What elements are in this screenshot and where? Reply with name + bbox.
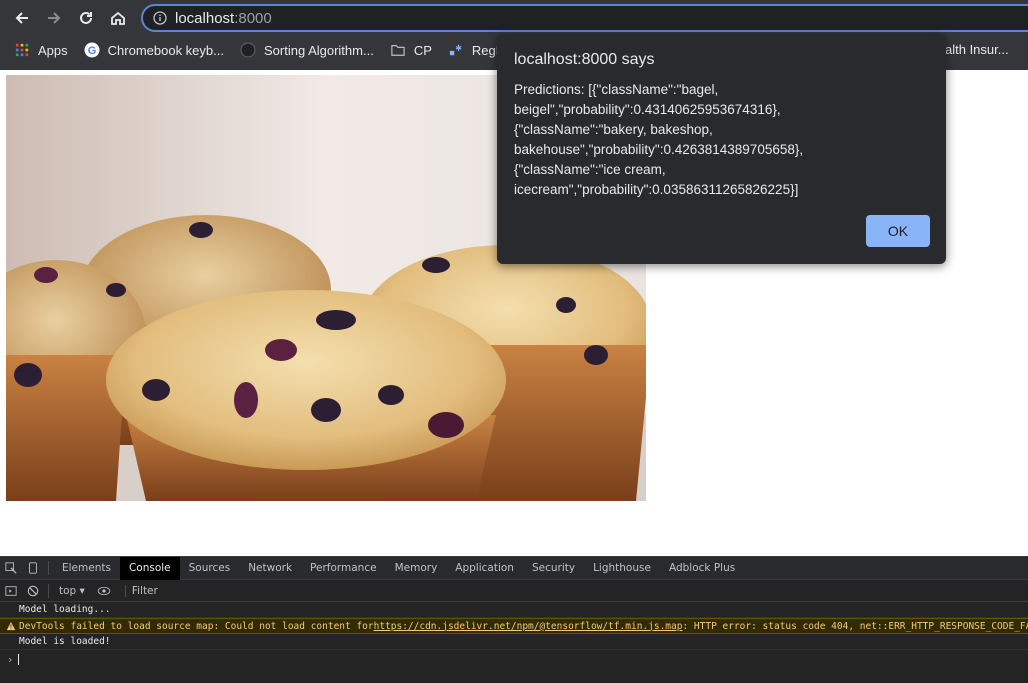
bookmark-regex[interactable]: RegE (448, 42, 504, 58)
bookmark-chromebook[interactable]: G Chromebook keyb... (84, 42, 224, 58)
ok-button[interactable]: OK (866, 215, 930, 247)
divider (48, 561, 49, 575)
tab-application[interactable]: Application (446, 557, 523, 580)
dialog-message: Predictions: [{"className":"bagel, beige… (514, 82, 804, 197)
bookmark-label: Chromebook keyb... (107, 42, 224, 58)
bookmark-cp[interactable]: CP (390, 42, 432, 58)
chevron-right-icon: › (8, 652, 13, 666)
dialog-title: localhost:8000 says (514, 51, 655, 68)
info-icon[interactable] (153, 11, 167, 25)
context-selector[interactable]: top ▾ (59, 585, 85, 597)
arrow-left-icon (15, 12, 28, 24)
tab-adblock-plus[interactable]: Adblock Plus (660, 557, 744, 580)
devtools-tabbar: Elements Console Sources Network Perform… (0, 556, 1028, 580)
reload-icon (80, 11, 92, 24)
device-toolbar-icon[interactable] (22, 557, 44, 580)
tab-network[interactable]: Network (239, 557, 301, 580)
tab-performance[interactable]: Performance (301, 557, 386, 580)
warning-icon (6, 621, 16, 634)
text-caret (18, 653, 20, 665)
reload-button[interactable] (72, 4, 100, 32)
tab-elements[interactable]: Elements (53, 557, 120, 580)
tab-sources[interactable]: Sources (180, 557, 240, 580)
divider (48, 583, 49, 598)
devtools-panel: Elements Console Sources Network Perform… (0, 556, 1028, 683)
bookmark-label: CP (413, 42, 432, 58)
sidebar-toggle-icon[interactable] (0, 579, 22, 602)
bookmark-apps[interactable]: Apps (14, 42, 68, 58)
console-warning-line: DevTools failed to load source map: Coul… (0, 618, 1028, 634)
address-url: localhost:8000 (175, 10, 272, 27)
console-filter-input[interactable]: Filter (124, 584, 158, 597)
regex-icon (448, 42, 464, 58)
google-icon: G (84, 42, 100, 58)
warning-text: DevTools failed to load source map: Coul… (19, 620, 374, 632)
tab-lighthouse[interactable]: Lighthouse (584, 557, 660, 580)
tab-console[interactable]: Console (119, 556, 180, 580)
console-log-line: Model is loaded! (0, 634, 1028, 650)
console-toolbar: top ▾ Filter (0, 580, 1028, 602)
bookmark-label: Apps (38, 42, 68, 58)
source-map-link[interactable]: https://cdn.jsdelivr.net/npm/@tensorflow… (374, 621, 683, 632)
bookmark-sorting[interactable]: Sorting Algorithm... (240, 42, 374, 58)
console-log-line: Model loading... (0, 602, 1028, 618)
home-icon (111, 11, 125, 25)
folder-icon (390, 42, 406, 58)
console-output: Model loading... DevTools failed to load… (0, 602, 1028, 668)
browser-toolbar: localhost:8000 (0, 0, 1028, 36)
forward-button[interactable] (40, 4, 68, 32)
arrow-right-icon (48, 12, 61, 24)
warning-error-text: : HTTP error: status code 404, net::ERR_… (682, 620, 1028, 632)
home-button[interactable] (104, 4, 132, 32)
tab-security[interactable]: Security (523, 557, 584, 580)
tab-memory[interactable]: Memory (386, 557, 447, 580)
url-host: localhost (175, 9, 235, 27)
bookmark-health-insurance[interactable]: alth Insur... (945, 42, 1009, 57)
clear-console-icon[interactable] (22, 579, 44, 602)
console-input[interactable]: › (0, 650, 1028, 668)
svg-text:G: G (87, 45, 96, 57)
address-bar[interactable]: localhost:8000 (141, 4, 1028, 32)
inspect-element-icon[interactable] (0, 557, 22, 580)
back-button[interactable] (8, 4, 36, 32)
url-port: :8000 (234, 9, 272, 27)
apps-grid-icon (14, 42, 30, 58)
bookmark-label: Sorting Algorithm... (263, 42, 374, 58)
eye-icon[interactable] (93, 579, 115, 602)
site-icon (240, 42, 256, 58)
alert-dialog: localhost:8000 says Predictions: [{"clas… (497, 34, 946, 264)
